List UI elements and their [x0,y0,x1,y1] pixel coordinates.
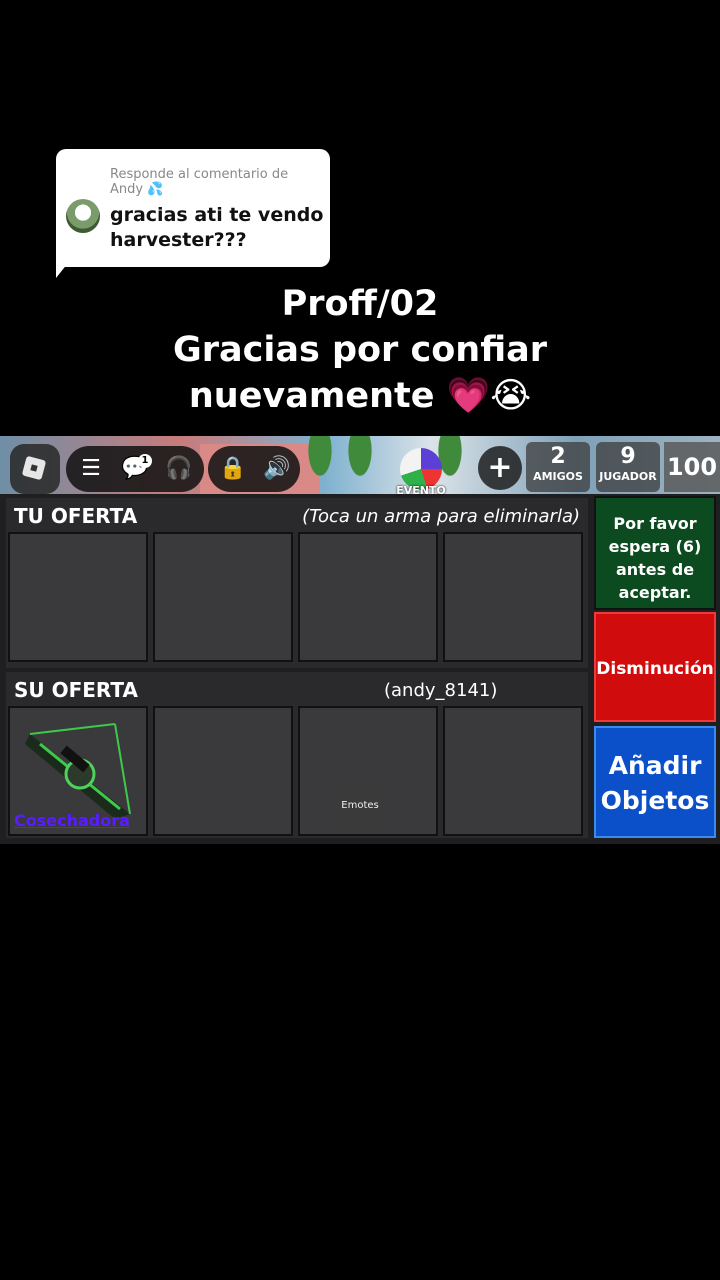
caption-line-1: Proff/02 [281,284,439,324]
headset-icon[interactable]: 🎧 [164,454,194,484]
your-offer-slot[interactable] [443,532,583,662]
background-palm [340,436,380,494]
event-button[interactable]: EVENTO [394,444,448,497]
bubble-tail [56,258,72,278]
lock-icon[interactable]: 🔒 [218,454,248,484]
add-button[interactable]: + [478,446,522,490]
friends-count: 2 [550,444,566,469]
reply-header: Responde al comentario de Andy 💦 [110,167,289,197]
reply-comment: gracias ati te vendo harvester??? [110,204,324,251]
players-count: 9 [620,444,636,469]
your-offer-slot[interactable] [8,532,148,662]
background-palm [300,436,340,494]
roblox-logo-icon [21,455,47,481]
their-offer-slot-item[interactable]: Cosechadora [8,706,148,836]
crossbow-icon [25,723,131,819]
their-offer-slot [153,706,293,836]
level-stat[interactable]: 100 [664,442,720,492]
your-offer-panel: TU OFERTA (Toca un arma para eliminarla) [6,498,588,668]
your-offer-slot[interactable] [153,532,293,662]
hamburger-menu-icon[interactable]: ☰ [76,454,106,484]
event-label: EVENTO [396,484,446,497]
their-offer-panel: SU OFERTA (andy_8141) Cosechadora [6,672,588,838]
caption-line-3: nuevamente 💗😭 [188,376,532,416]
toolbar-pill-2: 🔒 🔊 [208,446,300,492]
their-offer-title: SU OFERTA [14,678,139,702]
decline-button[interactable]: Disminución [594,612,716,722]
your-offer-hint: (Toca un arma para eliminarla) [302,506,580,527]
avatar [66,199,100,233]
players-stat[interactable]: 9 JUGADOR [596,442,660,492]
chat-notification-badge: 1 [138,454,152,468]
speaker-icon[interactable]: 🔊 [262,454,292,484]
toolbar-pill: ☰ 💬 🎧 [66,446,204,492]
emotes-button[interactable]: Emotes [331,778,389,834]
add-items-button[interactable]: Añadir Objetos [594,726,716,838]
your-offer-title: TU OFERTA [14,504,138,528]
your-offer-slot[interactable] [298,532,438,662]
their-offer-slot [443,706,583,836]
players-label: JUGADOR [599,470,657,483]
roblox-menu-button[interactable] [10,444,60,494]
accept-wait-button[interactable]: Por favor espera (6) antes de aceptar. [594,496,716,610]
friends-label: AMIGOS [533,470,583,483]
their-username: (andy_8141) [384,680,498,701]
top-bar: ☰ 💬 🎧 1 🔒 🔊 EVENTO + 2 AMIGOS 9 JUGADOR … [0,436,720,497]
friends-stat[interactable]: 2 AMIGOS [526,442,590,492]
game-screen: ☰ 💬 🎧 1 🔒 🔊 EVENTO + 2 AMIGOS 9 JUGADOR … [0,436,720,844]
reply-bubble: Responde al comentario de Andy 💦 gracias… [56,149,330,267]
item-name: Cosechadora [14,811,130,830]
caption-line-2: Gracias por confiar [172,330,548,370]
